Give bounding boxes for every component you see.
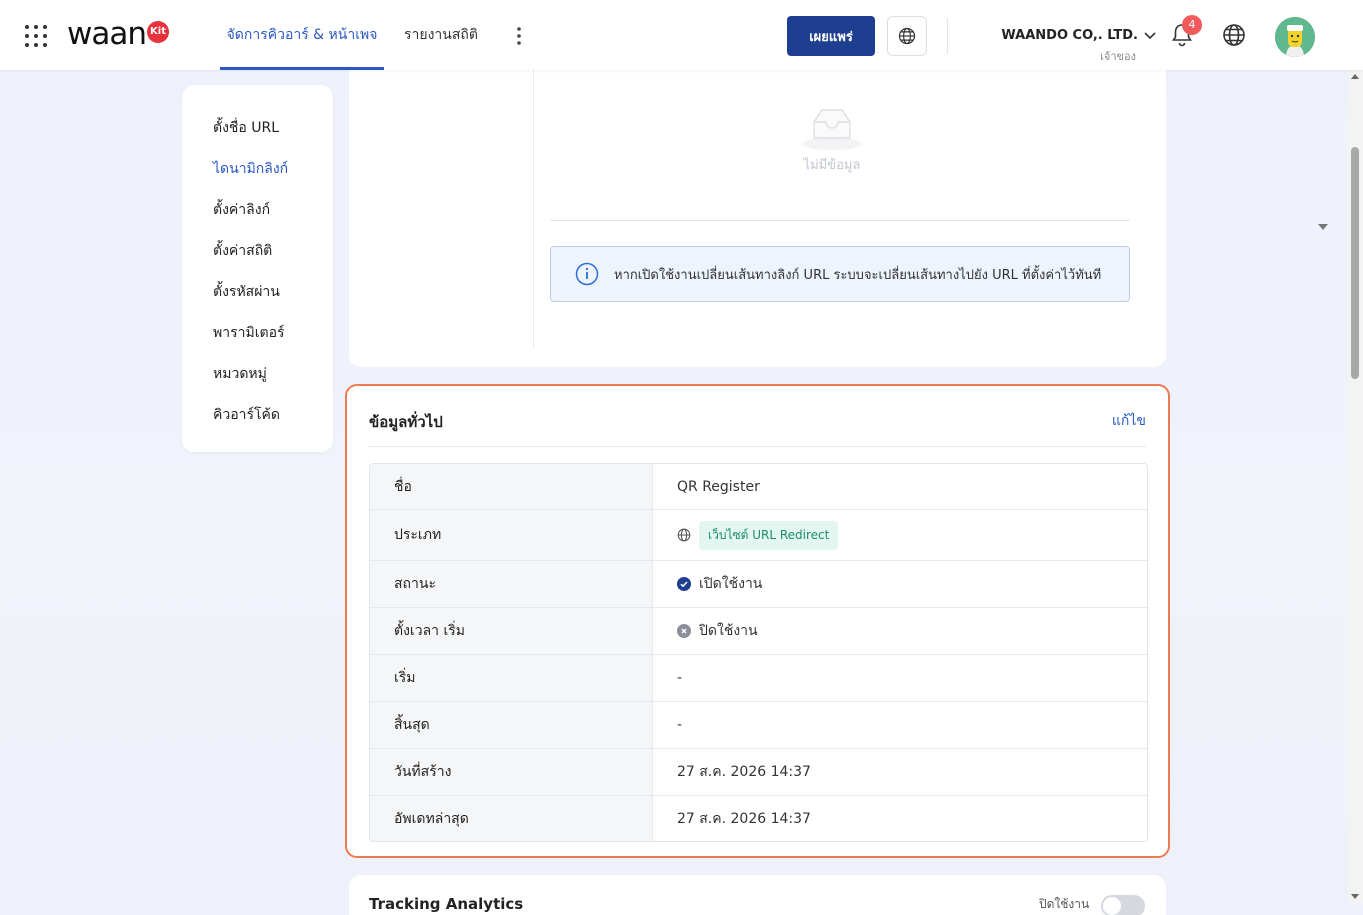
dynamic-link-card: ไม่มีข้อมูล หากเปิดใช้งานเปลี่ยนเส้นทางล… — [349, 55, 1328, 367]
row-value: เปิดใช้งาน — [653, 561, 1147, 607]
top-navigation-bar: waan Kit จัดการคิวอาร์ & หน้าเพจ รายงานส… — [0, 0, 1363, 70]
logo-text: waan — [67, 16, 147, 52]
section-title: Tracking Analytics — [369, 895, 524, 913]
tracking-toggle[interactable] — [1101, 895, 1145, 915]
globe-icon — [898, 27, 916, 45]
row-value: เว็บไซต์ URL Redirect — [653, 510, 1147, 560]
table-row: อัพเดทล่าสุด 27 ส.ค. 2026 14:37 — [370, 796, 1147, 841]
sidebar-item-stats-settings[interactable]: ตั้งค่าสถิติ — [213, 240, 272, 262]
chevron-down-icon — [1144, 31, 1156, 39]
tab-label: จัดการคิวอาร์ & หน้าเพจ — [226, 27, 378, 43]
tab-statistics-report[interactable]: รายงานสถิติ — [404, 0, 478, 70]
sidebar-item-dynamic-link[interactable]: ไดนามิกลิงก์ — [213, 158, 288, 180]
page-scrollbar[interactable] — [1348, 70, 1363, 903]
scroll-down-arrow-icon[interactable] — [1318, 224, 1328, 230]
row-value: 27 ส.ค. 2026 14:37 — [677, 810, 811, 827]
name-value: QR Register — [677, 478, 760, 495]
user-avatar[interactable] — [1275, 17, 1315, 57]
type-badge: เว็บไซต์ URL Redirect — [699, 520, 839, 550]
sidebar-item-link-settings[interactable]: ตั้งค่าลิงก์ — [213, 199, 270, 221]
row-label: ตั้งเวลา เริ่ม — [370, 608, 653, 654]
waan-logo[interactable]: waan Kit — [67, 16, 169, 52]
scroll-up-arrow-icon[interactable] — [1351, 74, 1359, 79]
sidebar-item-qr-code[interactable]: คิวอาร์โค้ด — [213, 404, 280, 426]
info-icon — [575, 262, 599, 286]
table-row: วันที่สร้าง 27 ส.ค. 2026 14:37 — [370, 749, 1147, 796]
row-label: อัพเดทล่าสุด — [370, 796, 653, 841]
tab-label: รายงานสถิติ — [404, 27, 478, 43]
row-value: - — [677, 717, 683, 733]
section-title: ข้อมูลทั่วไป — [369, 413, 443, 431]
sidebar-item-parameters[interactable]: พารามิเตอร์ — [213, 322, 285, 344]
settings-sidebar: ตั้งชื่อ URL ไดนามิกลิงก์ ตั้งค่าลิงก์ ต… — [182, 85, 333, 452]
general-info-table: ชื่อ QR Register ประเภท เว็บไซต์ URL Red… — [369, 463, 1148, 842]
row-label: วันที่สร้าง — [370, 749, 653, 795]
logo-badge: Kit — [147, 21, 169, 43]
table-row: สถานะ เปิดใช้งาน — [370, 561, 1147, 608]
close-circle-icon — [677, 624, 691, 638]
row-label: สิ้นสุด — [370, 702, 653, 748]
schedule-value: ปิดใช้งาน — [699, 623, 758, 639]
scrollbar-thumb[interactable] — [1351, 147, 1359, 379]
sidebar-item-password[interactable]: ตั้งรหัสผ่าน — [213, 281, 280, 303]
column-divider — [533, 70, 534, 348]
notification-count-badge: 4 — [1182, 15, 1202, 35]
row-label: สถานะ — [370, 561, 653, 607]
check-circle-icon — [677, 577, 691, 591]
row-value: QR Register — [653, 464, 1147, 509]
tab-manage-qr-pages[interactable]: จัดการคิวอาร์ & หน้าเพจ — [220, 0, 384, 70]
company-switcher[interactable]: WAANDO CO,. LTD. เจ้าของ — [1000, 24, 1156, 65]
table-row: ประเภท เว็บไซต์ URL Redirect — [370, 510, 1147, 561]
company-name-wrap: WAANDO CO,. LTD. — [1001, 28, 1156, 43]
redirect-list-empty: ไม่มีข้อมูล — [550, 70, 1328, 230]
row-value: ปิดใช้งาน — [653, 608, 1147, 654]
info-text: หากเปิดใช้งานเปลี่ยนเส้นทางลิงก์ URL ระบ… — [614, 267, 1102, 283]
row-label: เริ่ม — [370, 655, 653, 701]
table-row: เริ่ม - — [370, 655, 1147, 702]
empty-inbox-icon — [800, 104, 864, 152]
empty-state-text: ไม่มีข้อมูล — [803, 158, 861, 173]
preview-globe-button[interactable] — [887, 16, 927, 56]
row-value: - — [677, 670, 683, 686]
apps-grid-icon[interactable] — [24, 24, 48, 48]
company-role: เจ้าของ — [1100, 50, 1136, 63]
general-info-card: ข้อมูลทั่วไป แก้ไข ชื่อ QR Register ประเ… — [345, 384, 1170, 858]
header-divider — [947, 18, 948, 54]
redirect-info-alert: หากเปิดใช้งานเปลี่ยนเส้นทางลิงก์ URL ระบ… — [550, 246, 1130, 302]
row-label: ประเภท — [370, 510, 653, 560]
edit-link[interactable]: แก้ไข — [1112, 410, 1146, 432]
sidebar-item-url-name[interactable]: ตั้งชื่อ URL — [213, 117, 279, 139]
row-value: 27 ส.ค. 2026 14:37 — [677, 764, 811, 780]
section-divider — [369, 446, 1146, 447]
toggle-label: ปิดใช้งาน — [1039, 897, 1090, 911]
table-row: ชื่อ QR Register — [370, 464, 1147, 510]
more-options-icon[interactable] — [509, 24, 529, 48]
language-globe-icon[interactable] — [1222, 23, 1246, 47]
table-row: ตั้งเวลา เริ่ม ปิดใช้งาน — [370, 608, 1147, 655]
tracking-analytics-card: Tracking Analytics ปิดใช้งาน — [349, 875, 1166, 915]
sidebar-item-category[interactable]: หมวดหมู่ — [213, 363, 267, 385]
scroll-down-arrow-icon[interactable] — [1351, 894, 1359, 899]
publish-button[interactable]: เผยแพร่ — [787, 16, 875, 56]
table-row: สิ้นสุด - — [370, 702, 1147, 749]
globe-icon — [677, 528, 691, 542]
status-value: เปิดใช้งาน — [699, 576, 763, 592]
row-label: ชื่อ — [370, 464, 653, 509]
company-name: WAANDO CO,. LTD. — [1001, 28, 1138, 43]
